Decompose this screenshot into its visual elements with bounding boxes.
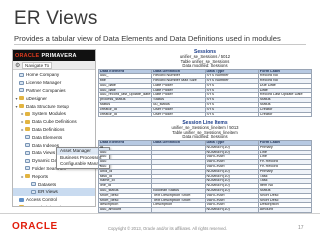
folder-icon — [19, 205, 24, 206]
tree-item[interactable]: Datasets — [13, 180, 95, 188]
tree-item-label: License Manager — [26, 80, 62, 86]
tree-item-label: ER Views — [38, 189, 58, 195]
tree-item[interactable]: License Manager — [13, 79, 95, 87]
page-icon — [19, 72, 24, 77]
tree-item-label: Data Views — [32, 150, 56, 156]
tree-item-label: Data Structure Setup — [26, 103, 69, 109]
folder-icon — [19, 96, 24, 101]
page-icon — [31, 189, 36, 194]
page-icon — [25, 135, 30, 140]
tree-item[interactable]: ER Views — [13, 187, 95, 196]
page-icon — [25, 143, 30, 148]
tree-item[interactable]: ▸ Reports — [13, 172, 95, 180]
table-cell — [151, 207, 206, 213]
app-window: ORACLE PRIMAVERA ⚙ Navigate To Home Comp… — [12, 49, 96, 207]
copyright-text: Copyright © 2013, Oracle and/or its affi… — [108, 226, 227, 231]
tree-item-label: System Modules — [32, 111, 66, 117]
tree-item-label: User Administration — [26, 205, 66, 206]
table-cell: SYS — [204, 111, 259, 118]
folder-icon — [25, 119, 30, 124]
table-row: creator_id User Picker SYS Creator — [97, 111, 313, 118]
tree-item-label: Home Company — [26, 72, 60, 78]
tree-item-label: Reports — [32, 173, 49, 179]
tree-item[interactable]: ▾ Data Structure Setup — [13, 102, 95, 110]
tree-item-label: uDesigner — [26, 95, 47, 101]
table-cell: Creator — [257, 111, 313, 118]
table-cell: User Picker — [151, 111, 206, 118]
folder-icon — [19, 104, 24, 109]
slide-subtitle: Provides a tabular view of Data Elements… — [14, 34, 281, 43]
er-view-report: Sessions unifier_se_Sessions / 5012 Table… — [97, 49, 313, 213]
oracle-logo: ORACLE — [12, 221, 58, 232]
line-items-table: Data Element Data Definition Data Type Form… — [97, 139, 313, 213]
table-cell: uuu_record_last_update_date — [97, 92, 153, 99]
brand-primavera: PRIMAVERA — [41, 52, 77, 59]
title-divider — [14, 44, 306, 45]
page-number: 17 — [298, 225, 304, 231]
tree-item-label: Data Definitions — [32, 126, 65, 132]
table-cell: creator_id — [97, 111, 153, 118]
folder-icon — [25, 111, 30, 116]
tree-item[interactable]: Home Company — [13, 71, 95, 79]
tree-item[interactable]: Data Elements — [13, 133, 95, 141]
tree-item-label: Partner Companies — [26, 87, 66, 93]
page-icon — [25, 158, 30, 163]
tree-item[interactable]: ▸User Administration — [13, 204, 95, 206]
folder-icon — [25, 174, 30, 179]
sessions-table: Data Element Data Definition Data Type Form… — [97, 68, 313, 118]
page-icon — [19, 80, 24, 85]
tree-item-label: Data Cube Definitions — [32, 119, 77, 125]
module-icon — [19, 197, 24, 202]
navigation-bar: ⚙ Navigate To — [13, 61, 95, 70]
navigate-to-dropdown[interactable]: Navigate To — [22, 61, 53, 69]
table-row: uuu_amount NUMBER(10) Amount — [97, 207, 313, 213]
table-cell: uuu_amount — [97, 207, 153, 213]
folder-icon — [25, 127, 30, 132]
page-icon — [19, 88, 24, 93]
report-meta-line-items: unifier_se_Sessions_lineitem / 5013 Table… — [98, 126, 312, 140]
footer-divider — [0, 213, 320, 214]
tree-item[interactable]: ▸ Data Cube Definitions — [13, 118, 95, 126]
tree-item[interactable]: Access Control — [13, 196, 95, 204]
table-cell: NUMBER(10) — [204, 207, 259, 213]
navigation-tree: Home Company License Manager Partner Compa… — [13, 70, 95, 206]
report-meta-sessions: unifier_se_Sessions / 5012 Table unifier_… — [98, 54, 312, 69]
tree-item[interactable]: ▸ System Modules — [13, 110, 95, 118]
tree-item-label: Access Control — [26, 197, 57, 203]
tree-item-label: Datasets — [38, 181, 57, 187]
brand-bar: ORACLE PRIMAVERA — [13, 50, 95, 61]
tree-item-label: Data Elements — [32, 134, 63, 140]
table-cell: Amount — [257, 207, 313, 213]
tree-item[interactable]: Partner Companies — [13, 87, 95, 95]
page-icon — [25, 150, 30, 155]
tree-item[interactable]: ▸ Data Definitions — [13, 126, 95, 134]
gear-icon[interactable]: ⚙ — [15, 62, 22, 69]
page-icon — [31, 182, 36, 187]
brand-oracle: ORACLE — [15, 52, 40, 59]
slide-title: ER Views — [14, 8, 98, 29]
page-icon — [25, 166, 30, 171]
tree-item[interactable]: ▾ uDesigner — [13, 94, 95, 102]
